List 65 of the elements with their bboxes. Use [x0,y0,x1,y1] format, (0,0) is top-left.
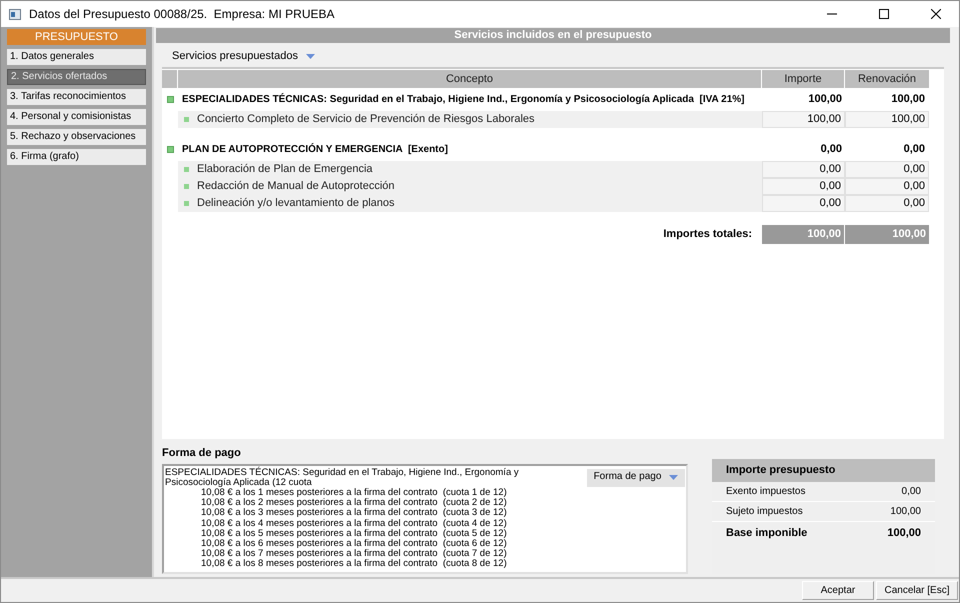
total-cell: 100,00 [762,225,845,244]
total-cell: 100,00 [845,225,929,244]
caret-icon [669,475,678,480]
column-header: Renovación [845,70,929,88]
payment-line: 10,08 € a los 1 meses posteriores a la firma del contrato (cuota 1 de 12) [201,488,507,498]
amount-text: 100,00 [891,92,925,108]
amount-cell: 0,00 [762,195,845,212]
service-text: Concierto Completo de Servicio de Prevención de Riesgos Laborales [197,112,535,128]
summary-label: Base imponible [726,526,808,541]
caret-icon [306,54,315,58]
dialog-button[interactable]: Aceptar [802,581,874,600]
payment-line: ESPECIALIDADES TÉCNICAS: Seguridad en el Trabajo, Higiene Ind., Ergonomía y Psicosociología Aplicada (12 cuota [165,468,520,488]
payment-line: 10,08 € a los 4 meses posteriores a la firma del contrato (cuota 4 de 12) [200,518,507,529]
summary-value: 100,00 [887,526,921,541]
payment-line: 10,08 € a los 6 meses posteriores a la firma del contrato (cuota 6 de 12) [200,538,507,549]
payment-line: 10,08 € a los 8 meses posteriores a la firma del contrato (cuota 8 de 12) [200,559,507,570]
service-text: Delineación y/o levantamiento de planos [197,196,395,212]
totals-label: Importes totales: [662,227,753,242]
square-bullet-icon [184,184,189,189]
close-icon[interactable] [931,9,941,19]
square-bullet-icon [184,117,189,122]
amount-cell: 0,00 [845,161,929,178]
amount-text: 0,00 [820,142,842,158]
dialog-button[interactable]: Cancelar [Esc] [876,581,958,600]
payment-line: 10,08 € a los 2 meses posteriores a la firma del contrato (cuota 2 de 12) [200,498,507,508]
sidebar-item[interactable]: 5. Rechazo y observaciones [7,129,146,145]
amount-text: 100,00 [808,92,842,108]
column-header: Concepto [178,70,762,88]
square-bullet-icon [184,167,189,172]
maximize-icon[interactable] [879,9,889,19]
payment-line: 10,08 € a los 3 meses posteriores a la firma del contrato (cuota 3 de 12) [200,508,507,519]
group-title: ESPECIALIDADES TÉCNICAS: Seguridad en el Trabajo, Higiene Ind., Ergonomía y Psicosociología Aplicada [IVA 21%] [182,94,745,106]
group-title: PLAN DE AUTOPROTECCIÓN Y EMERGENCIA [Exento] [182,144,448,156]
sidebar-header: PRESUPUESTO [7,29,146,45]
sidebar-item[interactable]: 6. Firma (grafo) [7,149,146,165]
section-label: Forma de pago [162,446,242,461]
summary-label: Exento impuestos [726,485,806,499]
amount-text: 0,00 [904,142,925,158]
service-text: Elaboración de Plan de Emergencia [197,162,373,178]
window-title: Datos del Presupuesto 00088/25. Empresa: MI PRUEBA [29,6,336,23]
square-bullet-icon [184,201,189,206]
section-header: Servicios incluidos en el presupuesto [156,28,950,43]
payment-dropdown-button[interactable]: Forma de pago [587,468,685,486]
summary-value: 100,00 [890,505,921,519]
column-header: Importe [762,70,845,88]
services-dropdown[interactable]: Servicios presupuestados [172,48,315,64]
window-icon [9,8,21,20]
service-text: Redacción de Manual de Autoprotección [197,179,395,194]
summary-title: Importe presupuesto [712,459,935,482]
sidebar-item[interactable]: 2. Servicios ofertados [7,69,146,85]
amount-cell: 0,00 [762,178,845,195]
square-bullet-icon [166,146,174,153]
amount-cell: 0,00 [845,195,929,212]
sidebar-item[interactable]: 4. Personal y comisionistas [7,109,146,125]
amount-cell: 100,00 [845,111,929,128]
summary-label: Sujeto impuestos [726,505,803,519]
amount-cell: 0,00 [845,178,929,195]
square-bullet-icon [166,96,174,103]
payment-line: 10,08 € a los 7 meses posteriores a la firma del contrato (cuota 7 de 12) [200,549,507,560]
amount-cell: 100,00 [762,111,845,128]
payment-line: 10,08 € a los 5 meses posteriores a la firma del contrato (cuota 5 de 12) [200,528,507,539]
summary-value: 0,00 [902,485,921,499]
sidebar-item[interactable]: 1. Datos generales [7,49,146,65]
sidebar-item[interactable]: 3. Tarifas reconocimientos [7,89,146,105]
amount-cell: 0,00 [762,161,845,178]
